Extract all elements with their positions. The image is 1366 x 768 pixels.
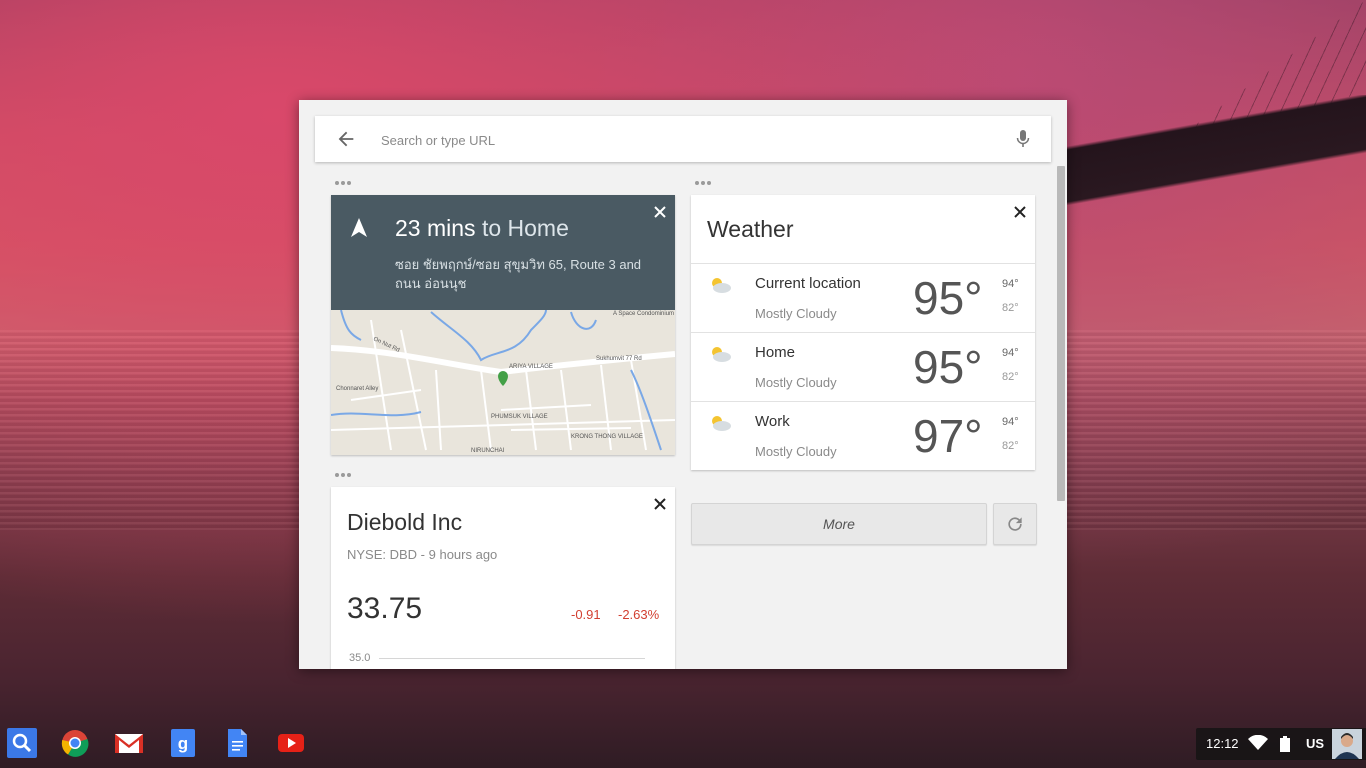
traffic-card-drag-handle[interactable]: [335, 180, 353, 186]
partly-cloudy-icon: [712, 416, 731, 431]
refresh-icon: [1008, 517, 1022, 531]
close-icon[interactable]: [653, 497, 667, 511]
weather-high: 94°: [1002, 278, 1019, 290]
partly-cloudy-icon: [712, 347, 731, 362]
launcher-search-icon: [7, 728, 37, 758]
commute-duration: 23 mins: [395, 215, 476, 241]
weather-card-drag-handle[interactable]: [695, 180, 713, 186]
stock-change: -0.91: [571, 607, 601, 622]
youtube-button[interactable]: [276, 728, 306, 758]
weather-high: 94°: [1002, 416, 1019, 428]
partly-cloudy-icon: [712, 278, 731, 293]
traffic-card[interactable]: 23 mins to Home ซอย ชัยพฤกษ์/ซอย สุขุมวิ…: [331, 195, 675, 455]
weather-row[interactable]: Home Mostly Cloudy 95° 94° 82°: [691, 332, 1035, 402]
docs-icon: [228, 729, 247, 757]
map-label-phumsuk: PHUMSUK VILLAGE: [491, 414, 548, 420]
status-tray[interactable]: 12:12 US: [1196, 728, 1366, 760]
stock-chart-axis-label: 35.0: [349, 652, 371, 664]
weather-high: 94°: [1002, 347, 1019, 359]
clock[interactable]: 12:12: [1206, 736, 1239, 751]
weather-low: 82°: [1002, 302, 1019, 314]
weather-temperature: 97°: [913, 410, 983, 462]
launcher-search-button[interactable]: [7, 728, 37, 758]
weather-location: Work: [755, 413, 790, 430]
close-icon[interactable]: [653, 205, 667, 219]
stock-chart-gridline: [379, 658, 645, 659]
search-input[interactable]: [379, 124, 1003, 156]
google-search-icon: g: [171, 729, 195, 757]
user-avatar-image: [1332, 729, 1362, 759]
map-label-nirunchai: NIRUNCHAI: [471, 448, 505, 454]
microphone-icon[interactable]: [1015, 129, 1031, 149]
app-launcher-window: 23 mins to Home ซอย ชัยพฤกษ์/ซอย สุขุมวิ…: [299, 100, 1067, 669]
avatar[interactable]: [1332, 729, 1362, 759]
weather-temperature: 95°: [913, 341, 983, 393]
weather-card[interactable]: Weather Current location Mostly Cloudy 9…: [691, 195, 1035, 470]
gmail-button[interactable]: [114, 728, 144, 758]
stock-card-drag-handle[interactable]: [335, 472, 353, 478]
commute-destination: to Home: [481, 215, 569, 241]
stock-name: Diebold Inc: [347, 509, 463, 535]
map-graphic: A Space Condominium On Nut Rd ARIYA VILL…: [331, 310, 675, 455]
weather-condition: Mostly Cloudy: [755, 375, 837, 390]
commute-title: 23 mins to Home: [395, 215, 569, 242]
stock-card[interactable]: Diebold Inc NYSE: DBD - 9 hours ago 33.7…: [331, 487, 675, 669]
close-icon[interactable]: [1013, 205, 1027, 219]
chrome-icon: [61, 730, 89, 757]
search-box: [315, 116, 1051, 162]
refresh-button[interactable]: [993, 503, 1037, 545]
map-label-ariya: ARIYA VILLAGE: [509, 364, 553, 370]
route-map[interactable]: A Space Condominium On Nut Rd ARIYA VILL…: [331, 310, 675, 455]
map-label-condo: A Space Condominium: [613, 311, 674, 317]
weather-location: Home: [755, 344, 796, 361]
weather-row[interactable]: Work Mostly Cloudy 97° 94° 82°: [691, 401, 1035, 471]
youtube-icon: [278, 734, 304, 752]
stock-change-percent: -2.63%: [618, 607, 660, 622]
weather-temperature: 95°: [913, 272, 983, 324]
input-method-indicator[interactable]: US: [1306, 736, 1324, 751]
map-label-sukhumvit: Sukhumvit 77 Rd: [596, 356, 642, 362]
scrollbar[interactable]: [1057, 166, 1065, 501]
more-button[interactable]: More: [691, 503, 987, 545]
docs-button[interactable]: [222, 728, 252, 758]
back-arrow-icon[interactable]: [335, 128, 357, 150]
navigation-arrow-icon: [351, 218, 367, 237]
map-label-chonnaret: Chonnaret Alley: [336, 386, 378, 392]
wifi-icon[interactable]: [1248, 735, 1268, 751]
commute-route: ซอย ชัยพฤกษ์/ซอย สุขุมวิท 65, Route 3 an…: [395, 257, 642, 291]
stock-price: 33.75: [347, 592, 423, 625]
chrome-button[interactable]: [60, 728, 90, 758]
weather-title: Weather: [707, 216, 794, 242]
svg-text:g: g: [178, 734, 188, 753]
map-label-krong-thong: KRONG THONG VILLAGE: [571, 434, 643, 440]
weather-low: 82°: [1002, 440, 1019, 452]
weather-condition: Mostly Cloudy: [755, 444, 837, 459]
weather-row[interactable]: Current location Mostly Cloudy 95° 94° 8…: [691, 263, 1035, 333]
weather-location: Current location: [755, 275, 861, 292]
traffic-card-header: 23 mins to Home ซอย ชัยพฤกษ์/ซอย สุขุมวิ…: [331, 195, 675, 310]
google-search-button[interactable]: g: [168, 728, 198, 758]
battery-icon[interactable]: [1280, 736, 1290, 752]
weather-low: 82°: [1002, 371, 1019, 383]
stock-exchange-line: NYSE: DBD - 9 hours ago: [347, 547, 498, 562]
weather-condition: Mostly Cloudy: [755, 306, 837, 321]
gmail-icon: [115, 734, 143, 753]
